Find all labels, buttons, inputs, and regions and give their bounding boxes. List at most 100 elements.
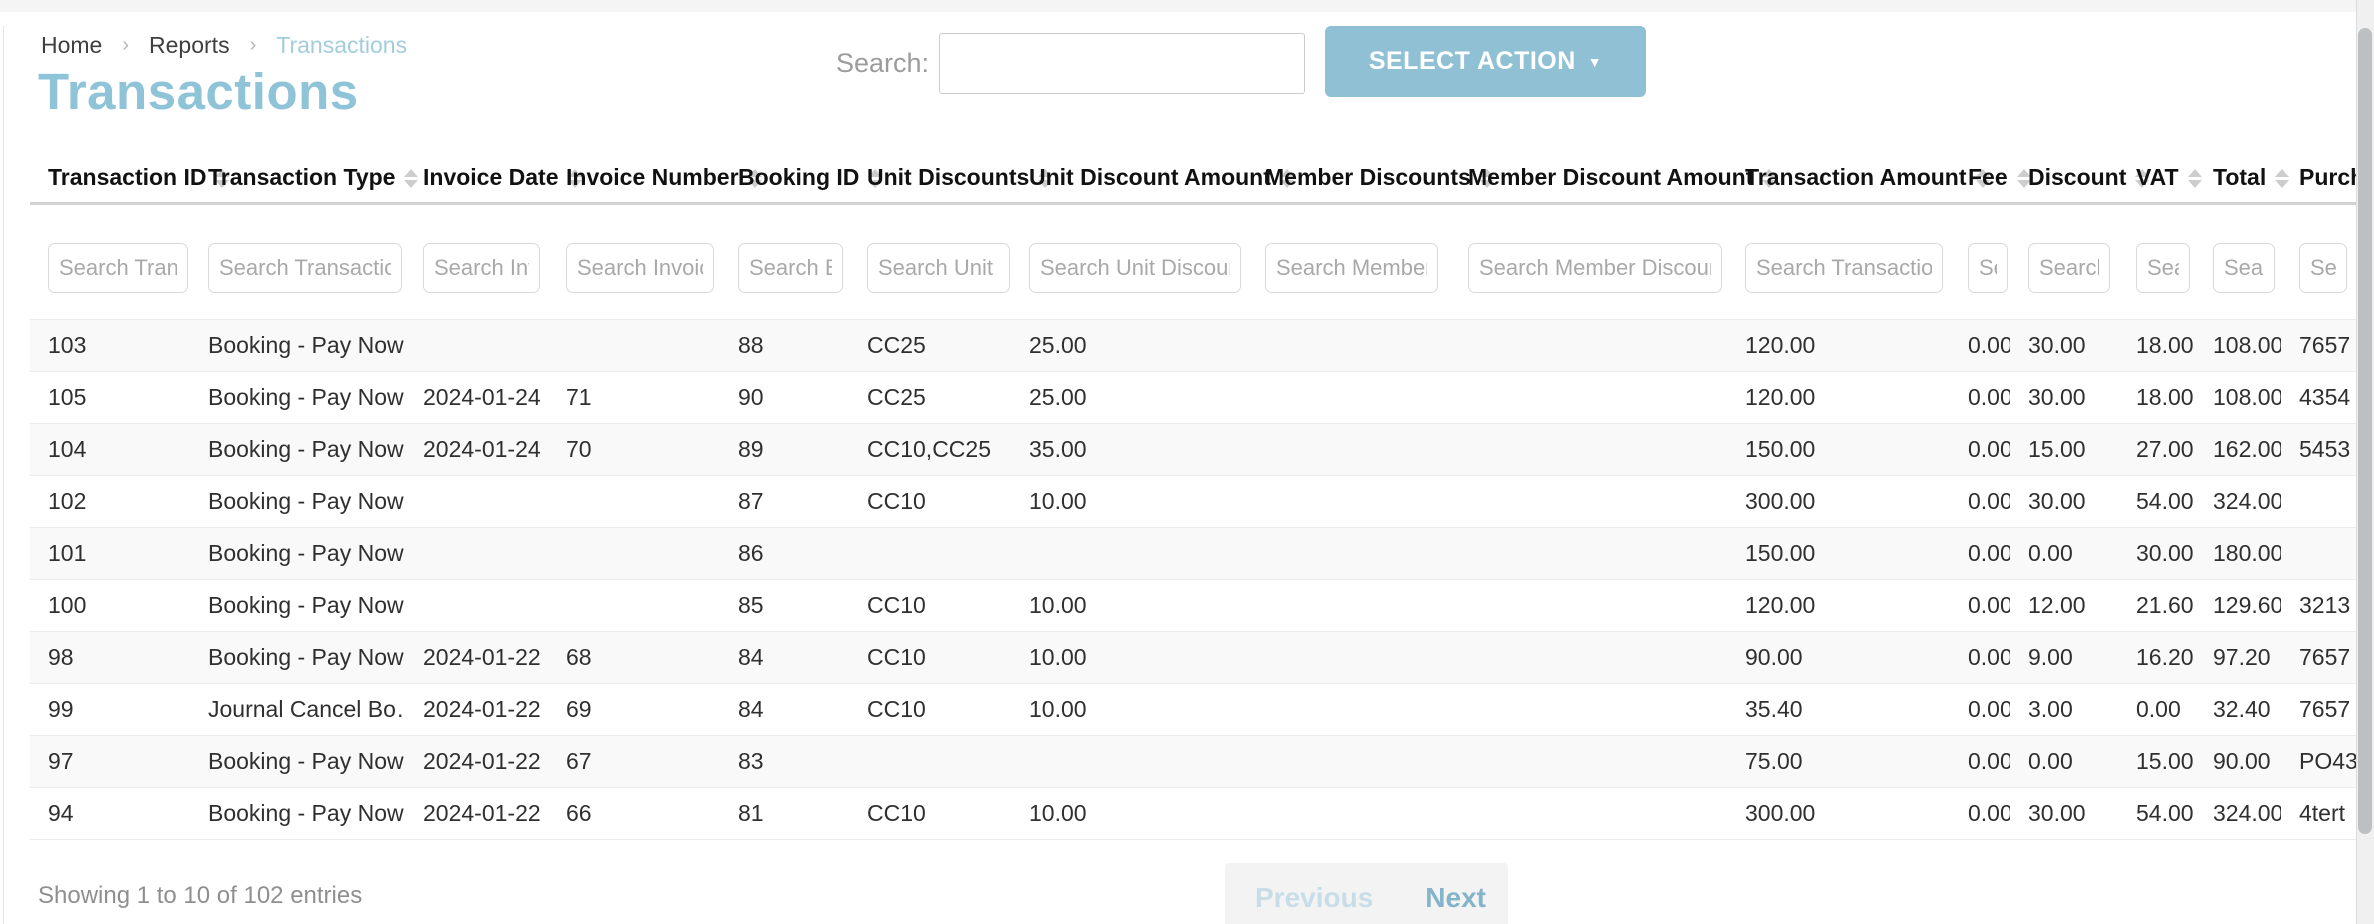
column-header-transaction-type[interactable]: Transaction Type (190, 153, 405, 203)
cell-total: 324.00 (2195, 787, 2281, 839)
cell-discount: 15.00 (2010, 423, 2118, 475)
cell-purchase (2281, 475, 2356, 527)
cell-transaction-type: Booking - Pay Now (190, 371, 405, 423)
table-row: 97Booking - Pay Now2024-01-22678375.000.… (30, 735, 2356, 787)
column-header-label: Purch (2299, 164, 2356, 190)
chevron-right-icon: › (250, 34, 257, 57)
cell-fee: 0.00 (1950, 475, 2010, 527)
cell-transaction-type: Journal Cancel Bo… (190, 683, 405, 735)
cell-unit-discount-amount: 10.00 (1011, 787, 1247, 839)
filter-cell (2281, 203, 2356, 319)
filter-input-purchase[interactable] (2299, 243, 2347, 293)
cell-invoice-number (548, 579, 720, 631)
column-header-invoice-date[interactable]: Invoice Date (405, 153, 548, 203)
vertical-scrollbar-thumb[interactable] (2358, 28, 2372, 834)
filter-input-fee[interactable] (1968, 243, 2008, 293)
column-header-unit-discount-amount[interactable]: Unit Discount Amount (1011, 153, 1247, 203)
cell-purchase: 4354 (2281, 371, 2356, 423)
cell-member-discount-amount (1450, 319, 1727, 371)
cell-unit-discount-amount: 25.00 (1011, 371, 1247, 423)
filter-input-booking-id[interactable] (738, 243, 843, 293)
window-top-edge (0, 0, 2374, 12)
cell-discount: 30.00 (2010, 371, 2118, 423)
table-container: Transaction IDTransaction TypeInvoice Da… (30, 153, 2356, 840)
cell-fee: 0.00 (1950, 787, 2010, 839)
cell-booking-id: 86 (720, 527, 849, 579)
column-header-label: Discount (2028, 164, 2126, 190)
table-row: 99Journal Cancel Bo…2024-01-226984CC1010… (30, 683, 2356, 735)
cell-total: 162.00 (2195, 423, 2281, 475)
cell-booking-id: 83 (720, 735, 849, 787)
filter-input-vat[interactable] (2136, 243, 2190, 293)
column-header-booking-id[interactable]: Booking ID (720, 153, 849, 203)
table-row: 104Booking - Pay Now2024-01-247089CC10,C… (30, 423, 2356, 475)
cell-transaction-id: 98 (30, 631, 190, 683)
filter-cell (190, 203, 405, 319)
column-header-purchase[interactable]: Purch (2281, 153, 2356, 203)
column-header-label: Invoice Date (423, 164, 559, 190)
filter-cell (720, 203, 849, 319)
filter-input-unit-discount-amount[interactable] (1029, 243, 1241, 293)
cell-transaction-amount: 90.00 (1727, 631, 1950, 683)
select-action-button[interactable]: SELECT ACTION ▼ (1325, 26, 1646, 97)
pagination: Previous Next (1225, 863, 1508, 924)
cell-invoice-number (548, 319, 720, 371)
cell-invoice-number: 66 (548, 787, 720, 839)
column-header-transaction-id[interactable]: Transaction ID (30, 153, 190, 203)
cell-transaction-type: Booking - Pay Now (190, 631, 405, 683)
cell-unit-discount-amount: 10.00 (1011, 683, 1247, 735)
cell-invoice-date: 2024-01-24 (405, 423, 548, 475)
column-header-transaction-amount[interactable]: Transaction Amount (1727, 153, 1950, 203)
filter-input-invoice-date[interactable] (423, 243, 540, 293)
cell-member-discounts (1247, 631, 1450, 683)
column-header-invoice-number[interactable]: Invoice Number (548, 153, 720, 203)
transactions-report-page: Home › Reports › Transactions Transactio… (0, 0, 2374, 924)
search-label: Search: (836, 48, 929, 79)
table-row: 103Booking - Pay Now88CC2525.00120.000.0… (30, 319, 2356, 371)
cell-transaction-amount: 35.40 (1727, 683, 1950, 735)
filter-input-transaction-type[interactable] (208, 243, 402, 293)
filter-input-member-discounts[interactable] (1265, 243, 1438, 293)
filter-input-total[interactable] (2213, 243, 2275, 293)
filter-input-transaction-id[interactable] (48, 243, 188, 293)
cell-purchase: 3213 (2281, 579, 2356, 631)
cell-fee: 0.00 (1950, 735, 2010, 787)
cell-purchase: 7657 (2281, 631, 2356, 683)
filter-input-unit-discounts[interactable] (867, 243, 1010, 293)
sort-icon (2275, 169, 2289, 188)
cell-vat: 27.00 (2118, 423, 2195, 475)
cell-member-discount-amount (1450, 683, 1727, 735)
next-page-button[interactable]: Next (1425, 882, 1486, 914)
column-header-member-discounts[interactable]: Member Discounts (1247, 153, 1450, 203)
cell-booking-id: 84 (720, 683, 849, 735)
filter-input-member-discount-amount[interactable] (1468, 243, 1722, 293)
column-header-total[interactable]: Total (2195, 153, 2281, 203)
column-header-unit-discounts[interactable]: Unit Discounts (849, 153, 1011, 203)
column-header-member-discount-amount[interactable]: Member Discount Amount (1450, 153, 1727, 203)
cell-booking-id: 88 (720, 319, 849, 371)
column-header-label: Total (2213, 164, 2266, 190)
filter-input-discount[interactable] (2028, 243, 2110, 293)
cell-unit-discounts: CC25 (849, 319, 1011, 371)
sort-icon (404, 169, 418, 188)
cell-booking-id: 90 (720, 371, 849, 423)
cell-total: 90.00 (2195, 735, 2281, 787)
cell-unit-discount-amount (1011, 735, 1247, 787)
cell-booking-id: 81 (720, 787, 849, 839)
previous-page-button[interactable]: Previous (1255, 882, 1373, 914)
cell-purchase: 7657 (2281, 683, 2356, 735)
table-row: 100Booking - Pay Now85CC1010.00120.000.0… (30, 579, 2356, 631)
search-input[interactable] (939, 33, 1305, 94)
cell-total: 108.00 (2195, 319, 2281, 371)
breadcrumb-item-reports[interactable]: Reports (149, 32, 230, 59)
cell-purchase (2281, 527, 2356, 579)
cell-invoice-date: 2024-01-22 (405, 631, 548, 683)
cell-member-discounts (1247, 475, 1450, 527)
filter-input-transaction-amount[interactable] (1745, 243, 1943, 293)
cell-total: 129.60 (2195, 579, 2281, 631)
cell-transaction-id: 97 (30, 735, 190, 787)
filter-input-invoice-number[interactable] (566, 243, 714, 293)
table-filter-row (30, 203, 2356, 319)
cell-fee: 0.00 (1950, 683, 2010, 735)
breadcrumb-item-home[interactable]: Home (41, 32, 102, 59)
